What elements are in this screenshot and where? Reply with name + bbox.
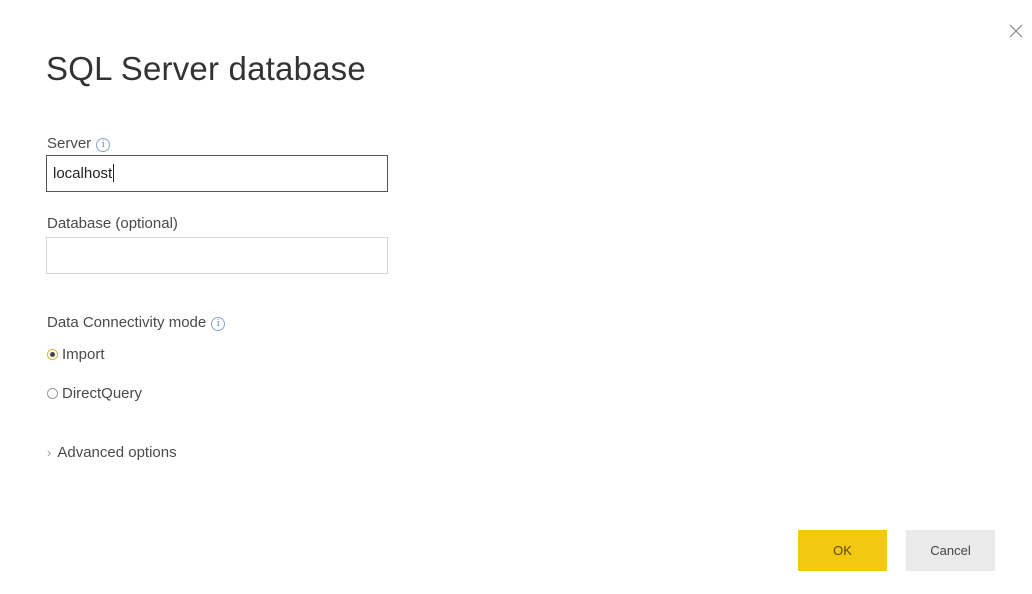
database-label: Database (optional) <box>47 215 178 232</box>
radio-directquery-label: DirectQuery <box>62 385 143 402</box>
text-caret <box>113 164 115 182</box>
server-input[interactable]: localhost <box>46 155 388 192</box>
server-label-row: Server i <box>47 135 111 152</box>
radio-selected-icon <box>47 349 58 360</box>
dialog-title: SQL Server database <box>46 50 366 87</box>
radio-import-label: Import <box>62 346 105 363</box>
connectivity-mode-label: Data Connectivity mode <box>47 314 207 331</box>
close-icon <box>1009 24 1023 38</box>
info-icon[interactable]: i <box>211 317 226 331</box>
advanced-options-toggle[interactable]: › Advanced options <box>47 444 177 461</box>
server-input-value: localhost <box>53 165 113 182</box>
radio-unselected-icon <box>47 388 58 399</box>
server-label: Server <box>47 135 92 152</box>
sql-server-database-dialog: SQL Server database Server i localhost Da… <box>0 0 1032 594</box>
chevron-right-icon: › <box>47 445 52 460</box>
ok-button[interactable]: OK <box>798 530 887 571</box>
radio-import[interactable]: Import <box>47 346 105 363</box>
cancel-button[interactable]: Cancel <box>906 530 995 571</box>
advanced-options-label: Advanced options <box>57 444 177 461</box>
close-button[interactable] <box>1005 20 1027 42</box>
radio-directquery[interactable]: DirectQuery <box>47 385 142 402</box>
database-input[interactable] <box>46 237 388 274</box>
info-icon[interactable]: i <box>96 138 111 152</box>
connectivity-mode-label-row: Data Connectivity mode i <box>47 314 226 331</box>
